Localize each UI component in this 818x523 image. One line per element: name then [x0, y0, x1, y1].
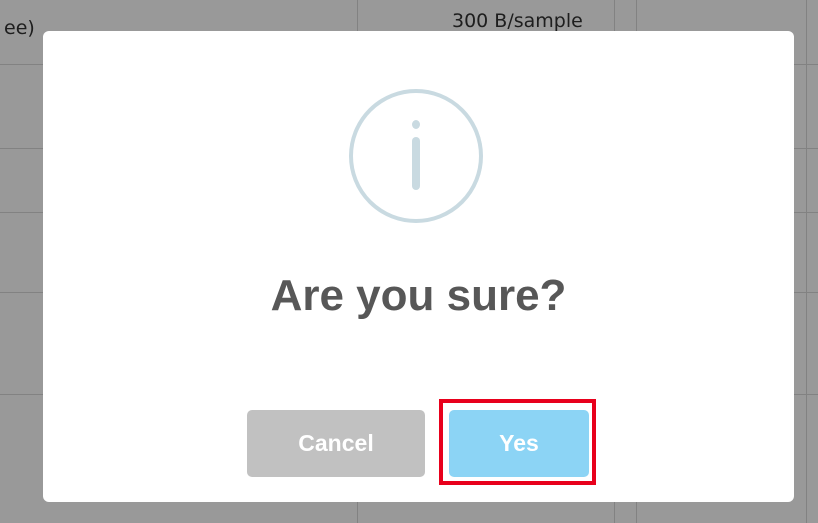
cancel-button[interactable]: Cancel [247, 410, 425, 477]
info-icon-bar [412, 137, 420, 190]
confirm-dialog: Are you sure? Cancel Yes [43, 31, 794, 502]
dialog-title: Are you sure? [270, 271, 567, 320]
info-icon-dot [412, 120, 420, 129]
yes-button[interactable]: Yes [449, 410, 589, 477]
screen: ee) 300 B/sample Are you sure? Cancel Ye… [0, 0, 818, 523]
info-icon [349, 89, 483, 223]
